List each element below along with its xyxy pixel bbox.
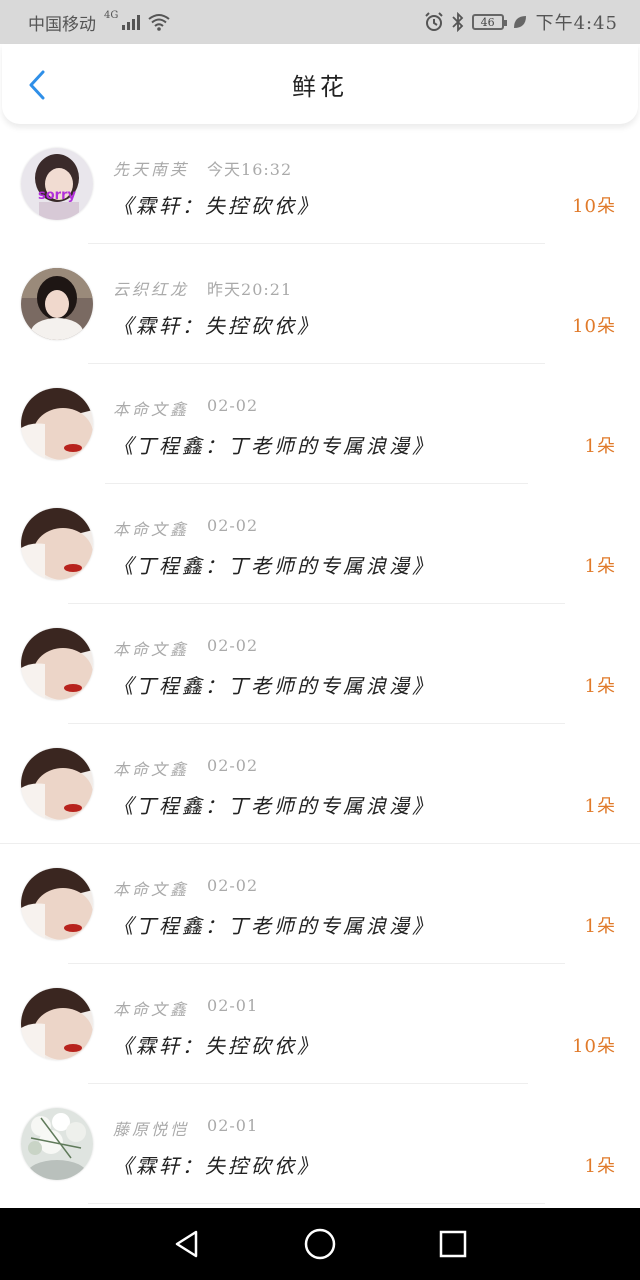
gift-list: sorry 先天南芙 今天16:32 《霖轩：失控砍依》 10朵 云织红龙 昨天… (0, 124, 640, 1204)
item-meta: 本命文鑫 02-02 (113, 516, 258, 540)
sender-name: 本命文鑫 (113, 760, 190, 779)
list-item[interactable]: 本命文鑫 02-01 《霖轩：失控砍依》 10朵 (0, 964, 640, 1084)
book-title: 《丁程鑫：丁老师的专属浪漫》 (113, 434, 435, 458)
sender-name: 本命文鑫 (113, 1000, 190, 1019)
book-title: 《霖轩：失控砍依》 (113, 194, 320, 218)
avatar[interactable] (21, 628, 93, 700)
list-item[interactable]: 本命文鑫 02-02 《丁程鑫：丁老师的专属浪漫》 1朵 (0, 364, 640, 484)
item-meta: 本命文鑫 02-02 (113, 756, 258, 780)
book-title: 《丁程鑫：丁老师的专属浪漫》 (113, 914, 435, 938)
back-triangle-icon (175, 1230, 197, 1258)
signal-icon (122, 14, 141, 30)
avatar[interactable] (21, 748, 93, 820)
avatar[interactable] (21, 868, 93, 940)
sent-time: 02-02 (207, 876, 259, 895)
flower-count: 1朵 (584, 1156, 616, 1177)
flower-count: 10朵 (572, 316, 616, 337)
battery-icon: 46 (471, 14, 507, 30)
flower-count: 1朵 (584, 436, 616, 457)
avatar[interactable] (21, 508, 93, 580)
avatar[interactable] (21, 268, 93, 340)
item-meta: 藤原悦恺 02-01 (113, 1116, 258, 1140)
nav-recents-button[interactable] (431, 1222, 475, 1266)
status-left: 中国移动 4G (28, 10, 170, 35)
book-title: 《霖轩：失控砍依》 (113, 1154, 320, 1178)
avatar[interactable] (21, 388, 93, 460)
sent-time: 02-01 (207, 1116, 259, 1135)
sender-name: 先天南芙 (113, 160, 190, 179)
sender-name: 云织红龙 (113, 280, 190, 299)
book-title: 《丁程鑫：丁老师的专属浪漫》 (113, 674, 435, 698)
book-title: 《丁程鑫：丁老师的专属浪漫》 (113, 554, 435, 578)
sender-name: 本命文鑫 (113, 880, 190, 899)
sent-time: 02-02 (207, 756, 259, 775)
flower-count: 1朵 (584, 796, 616, 817)
sent-time: 02-02 (207, 396, 259, 415)
sender-name: 本命文鑫 (113, 640, 190, 659)
network-type-label: 4G (104, 9, 119, 21)
header-bar: 鲜花 (2, 44, 638, 124)
leaf-icon (513, 16, 526, 28)
list-item[interactable]: 本命文鑫 02-02 《丁程鑫：丁老师的专属浪漫》 1朵 (0, 484, 640, 604)
book-title: 《霖轩：失控砍依》 (113, 314, 320, 338)
nav-back-button[interactable] (165, 1222, 209, 1266)
list-item[interactable]: 本命文鑫 02-02 《丁程鑫：丁老师的专属浪漫》 1朵 (0, 844, 640, 964)
nav-home-button[interactable] (298, 1222, 342, 1266)
sent-time: 02-01 (207, 996, 259, 1015)
sent-time: 昨天20:21 (207, 280, 293, 299)
carrier-label: 中国移动 (28, 14, 96, 35)
sender-name: 本命文鑫 (113, 400, 190, 419)
avatar[interactable] (21, 988, 93, 1060)
bluetooth-icon (451, 12, 463, 32)
status-right: 46 下午4:45 (424, 9, 618, 35)
list-item[interactable]: 藤原悦恺 02-01 《霖轩：失控砍依》 1朵 (0, 1084, 640, 1204)
list-item[interactable]: 云织红龙 昨天20:21 《霖轩：失控砍依》 10朵 (0, 244, 640, 364)
book-title: 《霖轩：失控砍依》 (113, 1034, 320, 1058)
sender-name: 藤原悦恺 (113, 1120, 190, 1139)
alarm-icon (424, 12, 443, 31)
item-meta: 云织红龙 昨天20:21 (113, 276, 292, 300)
list-item[interactable]: 本命文鑫 02-02 《丁程鑫：丁老师的专属浪漫》 1朵 (0, 604, 640, 724)
sent-time: 今天16:32 (207, 160, 293, 179)
clock-label: 下午4:45 (535, 13, 618, 34)
wifi-icon (148, 14, 170, 31)
sender-name: 本命文鑫 (113, 520, 190, 539)
status-bar: 中国移动 4G 46 下午4:45 (0, 0, 640, 44)
back-button[interactable] (22, 68, 52, 102)
item-meta: 本命文鑫 02-02 (113, 396, 258, 420)
avatar[interactable] (21, 1108, 93, 1180)
book-title: 《丁程鑫：丁老师的专属浪漫》 (113, 794, 435, 818)
item-meta: 先天南芙 今天16:32 (113, 156, 292, 180)
list-item[interactable]: sorry 先天南芙 今天16:32 《霖轩：失控砍依》 10朵 (0, 124, 640, 244)
page-title: 鲜花 (292, 72, 348, 101)
system-nav-bar (0, 1208, 640, 1280)
flower-count: 1朵 (584, 676, 616, 697)
flower-count: 1朵 (584, 556, 616, 577)
chevron-left-icon (29, 70, 45, 100)
flower-count: 10朵 (572, 196, 616, 217)
sent-time: 02-02 (207, 516, 259, 535)
recents-square-icon (440, 1230, 467, 1258)
home-circle-icon (304, 1228, 336, 1260)
sent-time: 02-02 (207, 636, 259, 655)
item-meta: 本命文鑫 02-02 (113, 876, 258, 900)
avatar[interactable]: sorry (21, 148, 93, 220)
sorry-badge: sorry (38, 188, 76, 203)
flower-count: 1朵 (584, 916, 616, 937)
divider (88, 1203, 545, 1204)
list-item[interactable]: 本命文鑫 02-02 《丁程鑫：丁老师的专属浪漫》 1朵 (0, 724, 640, 844)
item-meta: 本命文鑫 02-02 (113, 636, 258, 660)
flower-count: 10朵 (572, 1036, 616, 1057)
item-meta: 本命文鑫 02-01 (113, 996, 258, 1020)
